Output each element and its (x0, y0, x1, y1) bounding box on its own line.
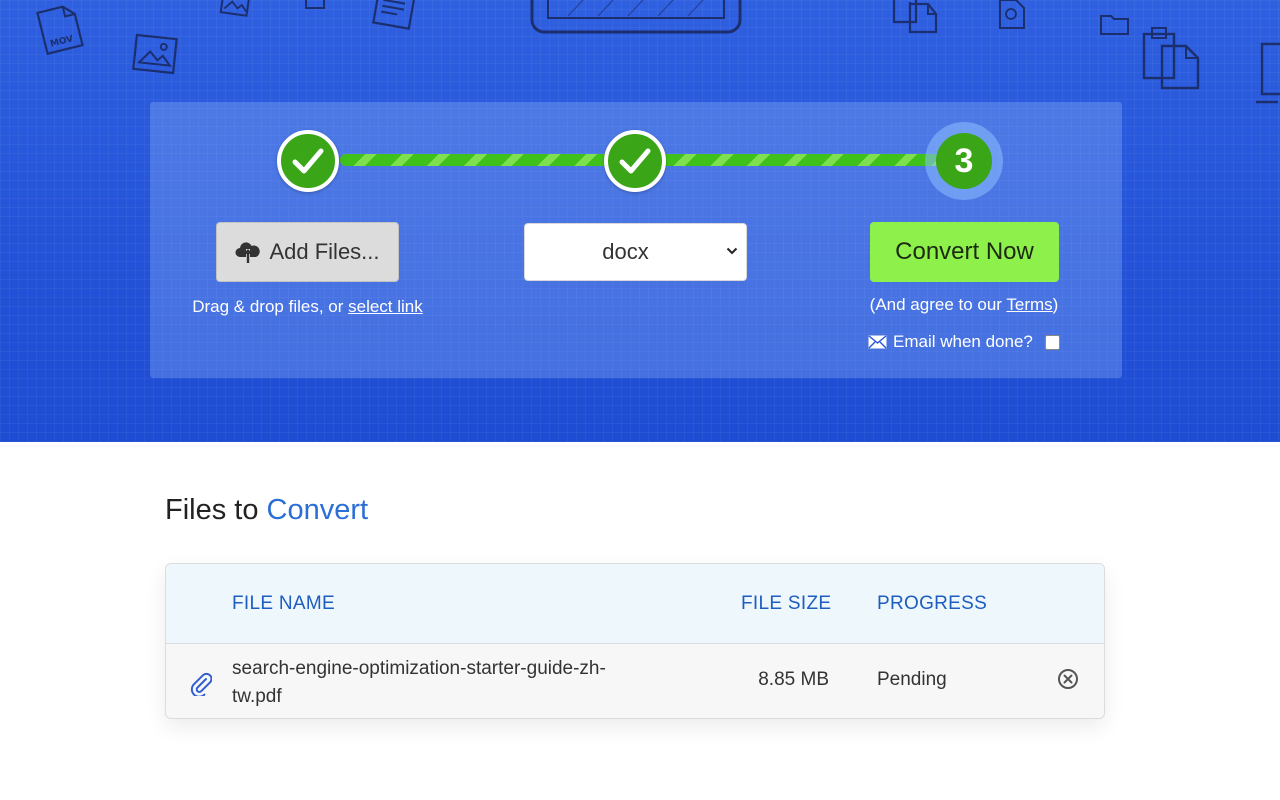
step-2-complete (604, 130, 666, 192)
monitor-doodle-icon (528, 0, 744, 36)
file-progress: Pending (877, 669, 947, 690)
terms-agreement: (And agree to our Terms) (830, 295, 1098, 315)
step-3-number: 3 (936, 133, 992, 189)
select-link[interactable]: select link (348, 297, 423, 316)
format-select-value: docx (602, 239, 649, 264)
checkmark-icon (292, 148, 324, 174)
drag-drop-text: Drag & drop files, or (192, 297, 349, 316)
file-name: search-engine-optimization-starter-guide… (232, 658, 606, 707)
section-title-main: Files to (165, 494, 267, 526)
close-circle-icon[interactable] (1057, 668, 1079, 690)
table-row: search-engine-optimization-starter-guide… (166, 644, 1104, 718)
step-3-current: 3 (925, 122, 1003, 200)
files-table: FILE NAME FILE SIZE PROGRESS search-engi… (165, 563, 1105, 719)
add-files-label: Add Files... (269, 239, 380, 264)
step-1-complete (277, 130, 339, 192)
hero-banner: MOV 3 Add Files... Drag & drop files, or… (0, 0, 1280, 442)
section-title-accent: Convert (266, 494, 369, 526)
documents-stack-doodle-icon (888, 0, 958, 36)
column-header-progress: PROGRESS (877, 593, 988, 614)
progress-track-1 (340, 154, 612, 166)
screen-doodle-icon (1252, 40, 1280, 110)
page-doodle-icon (300, 0, 330, 10)
folder-doodle-icon (1098, 10, 1132, 38)
column-header-file-name: FILE NAME (232, 593, 335, 614)
envelope-icon (868, 335, 887, 349)
agree-suffix: ) (1052, 295, 1059, 314)
cloud-upload-icon (235, 242, 261, 263)
checkmark-icon (619, 148, 651, 174)
section-title: Files to Convert (165, 494, 368, 527)
column-header-file-size: FILE SIZE (741, 593, 832, 614)
terms-link[interactable]: Terms (1006, 295, 1052, 314)
table-header: FILE NAME FILE SIZE PROGRESS (166, 564, 1104, 644)
progress-track-2 (660, 154, 960, 166)
format-select[interactable]: docx (524, 223, 747, 281)
email-checkbox[interactable] (1044, 334, 1060, 350)
clipboard-doodle-icon (1138, 24, 1206, 94)
email-label: Email when done? (893, 332, 1033, 351)
file-doodle-icon (996, 0, 1028, 32)
agree-prefix: (And agree to our (869, 295, 1007, 314)
image-file-doodle-icon (130, 32, 180, 77)
email-when-done: Email when done? (868, 331, 1060, 353)
file-size: 8.85 MB (758, 669, 829, 690)
convert-now-button[interactable]: Convert Now (870, 222, 1059, 282)
add-files-button[interactable]: Add Files... (216, 222, 399, 282)
paperclip-icon (190, 672, 212, 696)
chevron-down-icon (726, 247, 738, 255)
drag-drop-hint: Drag & drop files, or select link (150, 297, 465, 317)
